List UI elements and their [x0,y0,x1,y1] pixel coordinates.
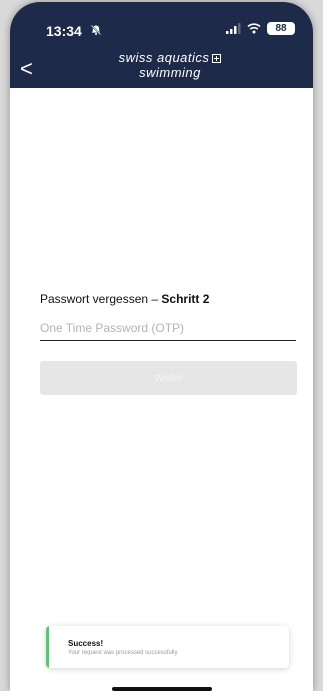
silent-bell-icon [90,24,102,36]
toast-accent-bar [46,626,49,668]
toast-message: Your request was processed successfully [68,650,178,656]
form-title: Passwort vergessen – Schritt 2 [40,292,209,306]
form-title-prefix: Passwort vergessen – [40,292,162,306]
phone-screen: 13:34 88 < swiss aquatics swimming Passw… [10,2,313,691]
wifi-icon [247,23,261,34]
swiss-cross-icon [212,54,222,64]
battery-icon: 88 [267,22,295,35]
form-title-step: Schritt 2 [161,292,210,306]
brand-logo: swiss aquatics swimming [70,50,270,80]
toast-title: Success! [68,639,104,648]
status-time: 13:34 [46,23,82,39]
brand-line1: swiss aquatics [118,50,210,65]
brand-line2: swimming [139,65,201,80]
app-header: 13:34 88 < swiss aquatics swimming [10,2,313,88]
next-button[interactable]: Weiter [40,361,297,395]
otp-input[interactable] [40,316,296,341]
back-button[interactable]: < [20,58,33,80]
signal-icon [226,23,241,34]
home-indicator[interactable] [112,687,212,691]
status-icons: 88 [226,22,295,35]
success-toast: Success! Your request was processed succ… [46,626,289,668]
